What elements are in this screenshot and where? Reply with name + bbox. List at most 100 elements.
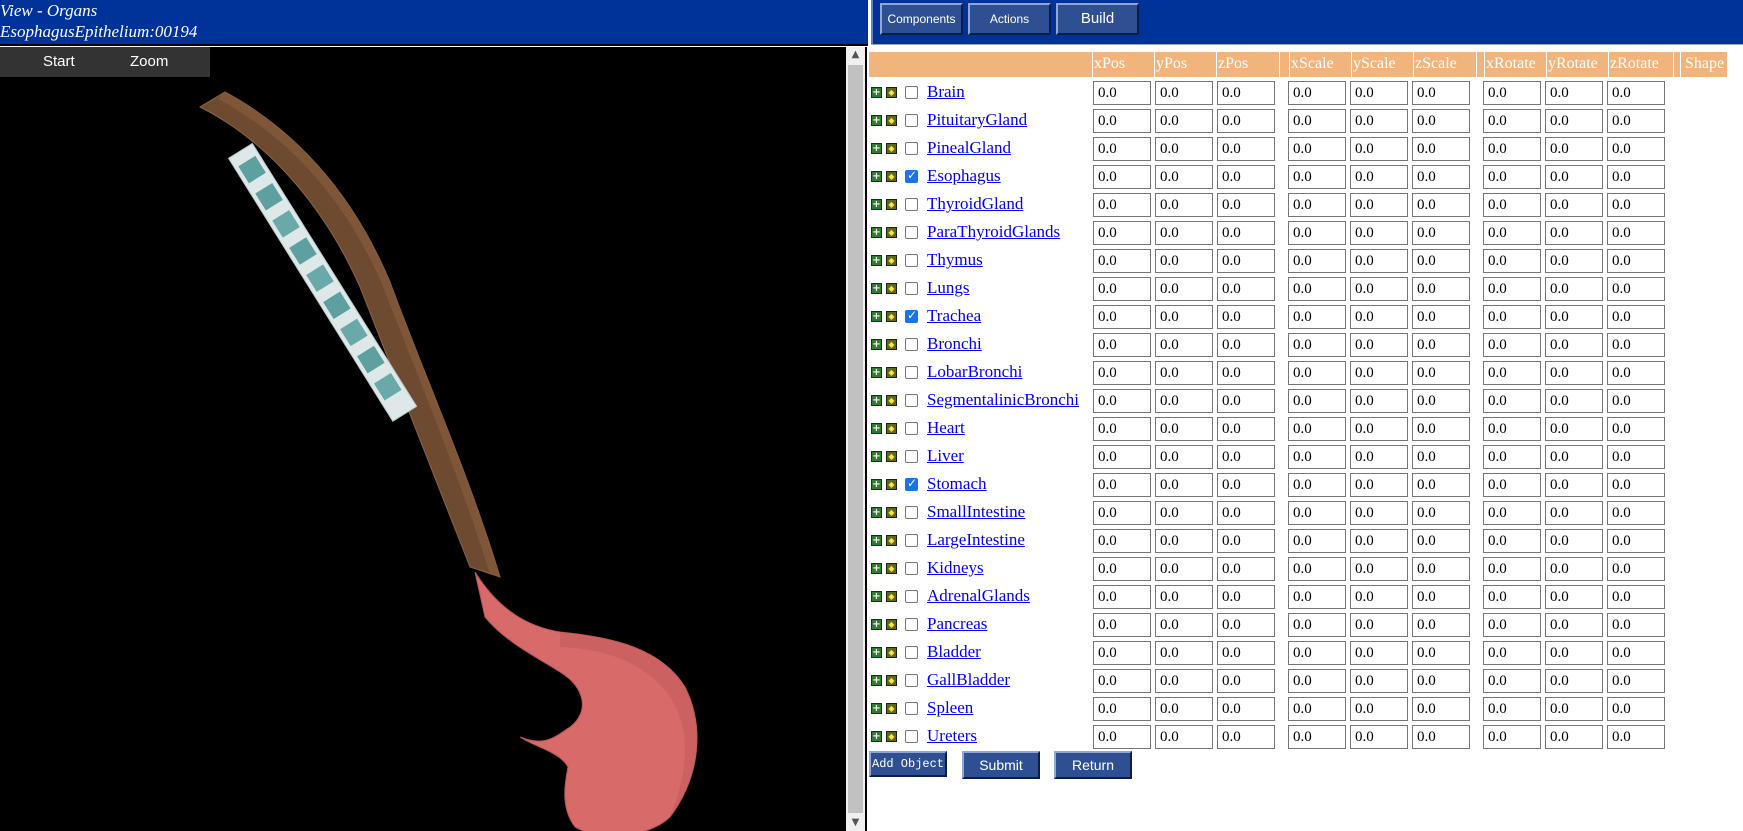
xscale-input[interactable]: 0.0	[1288, 249, 1346, 273]
edit-tile-icon[interactable]: ◆	[886, 591, 897, 602]
ypos-input[interactable]: 0.0	[1155, 725, 1213, 749]
xrotate-input[interactable]: 0.0	[1483, 333, 1541, 357]
xscale-input[interactable]: 0.0	[1288, 501, 1346, 525]
yscale-input[interactable]: 0.0	[1350, 137, 1408, 161]
expand-plus-icon[interactable]: +	[871, 675, 882, 686]
zpos-input[interactable]: 0.0	[1217, 613, 1275, 637]
xscale-input[interactable]: 0.0	[1288, 669, 1346, 693]
yscale-input[interactable]: 0.0	[1350, 641, 1408, 665]
yrotate-input[interactable]: 0.0	[1545, 417, 1603, 441]
organ-link[interactable]: Liver	[927, 446, 964, 466]
actions-button[interactable]: Actions	[968, 3, 1051, 35]
xpos-input[interactable]: 0.0	[1093, 221, 1151, 245]
organ-link[interactable]: ParaThyroidGlands	[927, 222, 1060, 242]
yscale-input[interactable]: 0.0	[1350, 697, 1408, 721]
edit-tile-icon[interactable]: ◆	[886, 423, 897, 434]
yrotate-input[interactable]: 0.0	[1545, 473, 1603, 497]
yscale-input[interactable]: 0.0	[1350, 669, 1408, 693]
yrotate-input[interactable]: 0.0	[1545, 529, 1603, 553]
organ-checkbox[interactable]	[905, 282, 918, 295]
edit-tile-icon[interactable]: ◆	[886, 115, 897, 126]
organ-link[interactable]: SmallIntestine	[927, 502, 1025, 522]
edit-tile-icon[interactable]: ◆	[886, 143, 897, 154]
expand-plus-icon[interactable]: +	[871, 647, 882, 658]
3d-viewer[interactable]: Start Zoom	[0, 47, 846, 831]
expand-plus-icon[interactable]: +	[871, 507, 882, 518]
edit-tile-icon[interactable]: ◆	[886, 675, 897, 686]
zoom-menu-item[interactable]: Zoom	[130, 53, 168, 70]
edit-tile-icon[interactable]: ◆	[886, 199, 897, 210]
expand-plus-icon[interactable]: +	[871, 731, 882, 742]
organ-link[interactable]: LargeIntestine	[927, 530, 1025, 550]
ypos-input[interactable]: 0.0	[1155, 669, 1213, 693]
organ-link[interactable]: Kidneys	[927, 558, 984, 578]
zscale-input[interactable]: 0.0	[1412, 529, 1470, 553]
expand-plus-icon[interactable]: +	[871, 115, 882, 126]
expand-plus-icon[interactable]: +	[871, 563, 882, 574]
yscale-input[interactable]: 0.0	[1350, 501, 1408, 525]
organ-checkbox[interactable]	[905, 142, 918, 155]
edit-tile-icon[interactable]: ◆	[886, 227, 897, 238]
organ-link[interactable]: Thymus	[927, 250, 983, 270]
zrotate-input[interactable]: 0.0	[1607, 137, 1665, 161]
zscale-input[interactable]: 0.0	[1412, 137, 1470, 161]
zpos-input[interactable]: 0.0	[1217, 473, 1275, 497]
xscale-input[interactable]: 0.0	[1288, 725, 1346, 749]
zrotate-input[interactable]: 0.0	[1607, 249, 1665, 273]
xrotate-input[interactable]: 0.0	[1483, 585, 1541, 609]
expand-plus-icon[interactable]: +	[871, 395, 882, 406]
xscale-input[interactable]: 0.0	[1288, 445, 1346, 469]
zrotate-input[interactable]: 0.0	[1607, 641, 1665, 665]
yscale-input[interactable]: 0.0	[1350, 193, 1408, 217]
zscale-input[interactable]: 0.0	[1412, 165, 1470, 189]
add-object-button[interactable]: Add Object	[869, 751, 947, 777]
yscale-input[interactable]: 0.0	[1350, 445, 1408, 469]
xpos-input[interactable]: 0.0	[1093, 389, 1151, 413]
organ-checkbox[interactable]	[905, 476, 918, 491]
organ-checkbox[interactable]	[905, 562, 918, 575]
edit-tile-icon[interactable]: ◆	[886, 311, 897, 322]
zscale-input[interactable]: 0.0	[1412, 585, 1470, 609]
ypos-input[interactable]: 0.0	[1155, 165, 1213, 189]
organ-checkbox[interactable]	[905, 618, 918, 631]
zscale-input[interactable]: 0.0	[1412, 333, 1470, 357]
xscale-input[interactable]: 0.0	[1288, 165, 1346, 189]
organ-link[interactable]: Ureters	[927, 726, 977, 746]
expand-plus-icon[interactable]: +	[871, 619, 882, 630]
zrotate-input[interactable]: 0.0	[1607, 529, 1665, 553]
zrotate-input[interactable]: 0.0	[1607, 669, 1665, 693]
xscale-input[interactable]: 0.0	[1288, 277, 1346, 301]
xrotate-input[interactable]: 0.0	[1483, 417, 1541, 441]
organ-checkbox[interactable]	[905, 590, 918, 603]
xpos-input[interactable]: 0.0	[1093, 501, 1151, 525]
ypos-input[interactable]: 0.0	[1155, 81, 1213, 105]
zrotate-input[interactable]: 0.0	[1607, 165, 1665, 189]
zscale-input[interactable]: 0.0	[1412, 81, 1470, 105]
organ-link[interactable]: AdrenalGlands	[927, 586, 1030, 606]
xpos-input[interactable]: 0.0	[1093, 445, 1151, 469]
expand-plus-icon[interactable]: +	[871, 311, 882, 322]
xscale-input[interactable]: 0.0	[1288, 361, 1346, 385]
edit-tile-icon[interactable]: ◆	[886, 731, 897, 742]
yrotate-input[interactable]: 0.0	[1545, 333, 1603, 357]
xscale-input[interactable]: 0.0	[1288, 585, 1346, 609]
yscale-input[interactable]: 0.0	[1350, 417, 1408, 441]
organ-link[interactable]: Trachea	[927, 306, 981, 326]
zscale-input[interactable]: 0.0	[1412, 613, 1470, 637]
zpos-input[interactable]: 0.0	[1217, 445, 1275, 469]
organ-checkbox[interactable]	[905, 422, 918, 435]
ypos-input[interactable]: 0.0	[1155, 137, 1213, 161]
zpos-input[interactable]: 0.0	[1217, 109, 1275, 133]
yscale-input[interactable]: 0.0	[1350, 249, 1408, 273]
zpos-input[interactable]: 0.0	[1217, 389, 1275, 413]
organ-link[interactable]: Stomach	[927, 474, 987, 494]
zscale-input[interactable]: 0.0	[1412, 557, 1470, 581]
xpos-input[interactable]: 0.0	[1093, 529, 1151, 553]
zpos-input[interactable]: 0.0	[1217, 137, 1275, 161]
yrotate-input[interactable]: 0.0	[1545, 557, 1603, 581]
yrotate-input[interactable]: 0.0	[1545, 109, 1603, 133]
ypos-input[interactable]: 0.0	[1155, 473, 1213, 497]
expand-plus-icon[interactable]: +	[871, 703, 882, 714]
edit-tile-icon[interactable]: ◆	[886, 479, 897, 490]
zscale-input[interactable]: 0.0	[1412, 725, 1470, 749]
